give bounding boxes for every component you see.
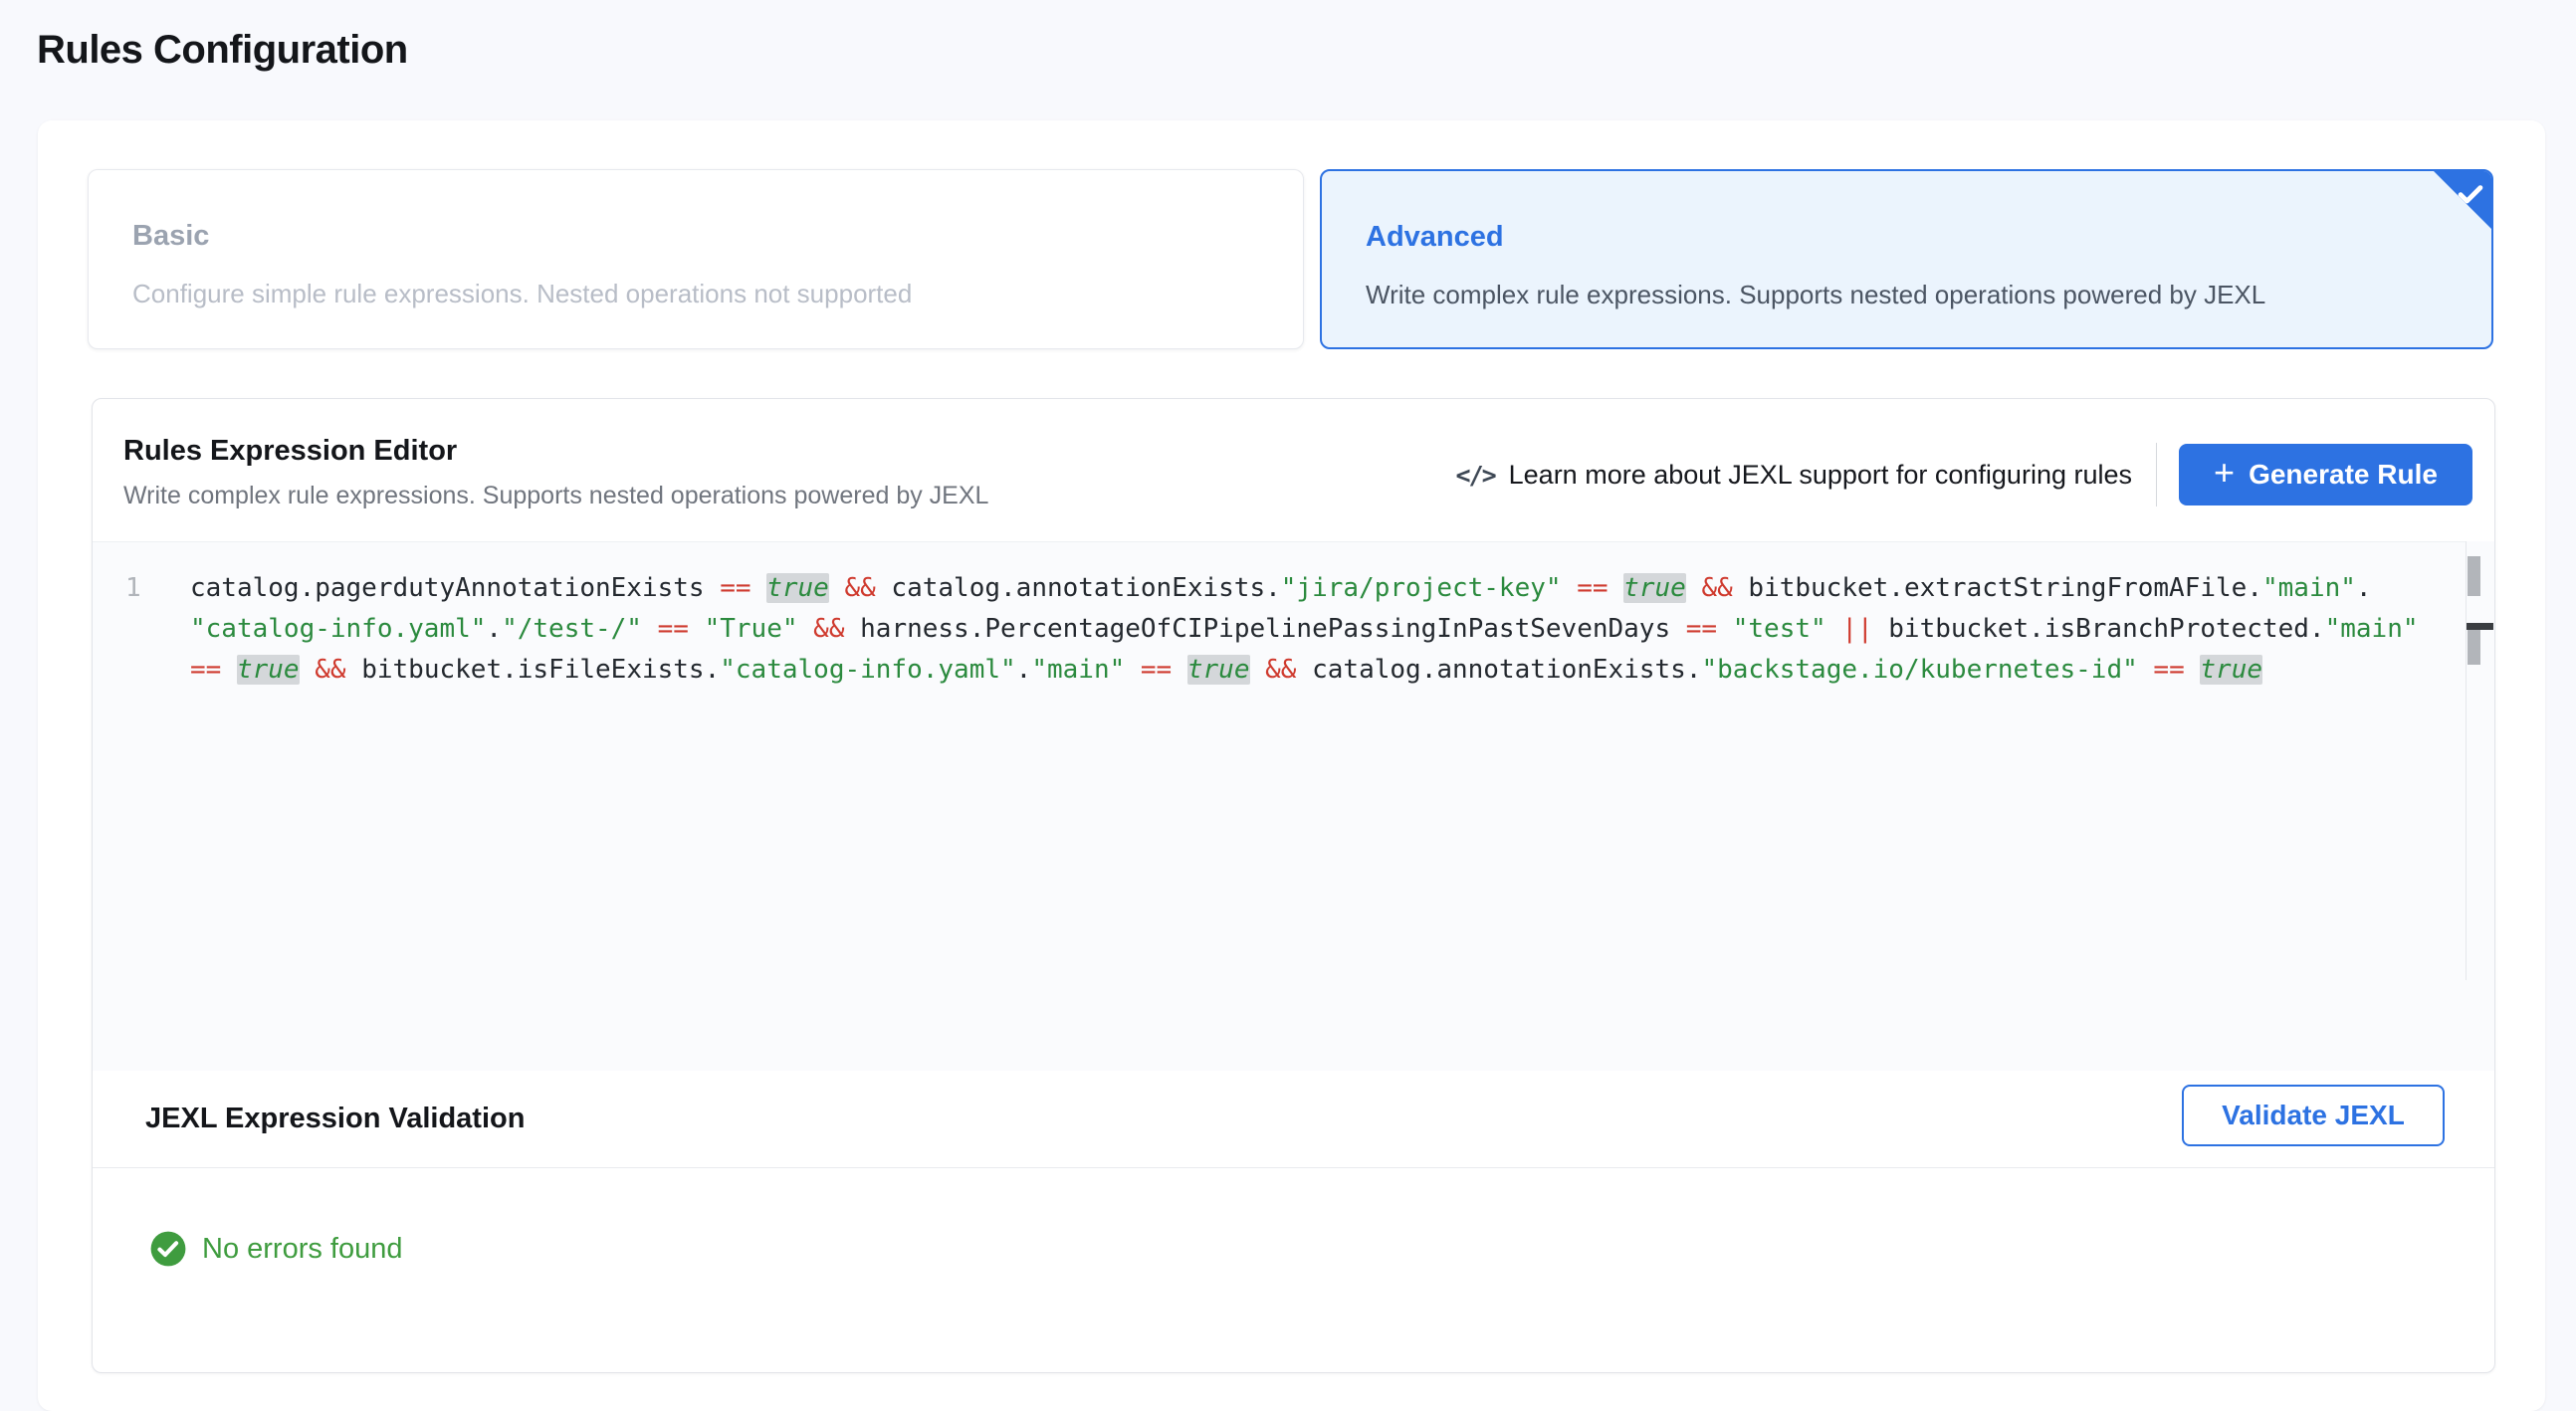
code-line[interactable]: == true && bitbucket.isFileExists."catal… — [93, 650, 2494, 691]
tab-basic-title: Basic — [132, 220, 1259, 253]
line-number — [93, 650, 190, 691]
validation-result: No errors found — [149, 1230, 403, 1268]
line-number — [93, 609, 190, 650]
jexl-validation-header: JEXL Expression Validation Validate JEXL — [93, 1071, 2494, 1168]
rules-expression-editor-card: Rules Expression Editor Write complex ru… — [92, 398, 2495, 1373]
tab-advanced-description: Write complex rule expressions. Supports… — [1366, 280, 2448, 310]
tab-advanced[interactable]: Advanced Write complex rule expressions.… — [1320, 169, 2493, 349]
editor-scrollbar[interactable] — [2466, 541, 2494, 980]
plus-icon: + — [2214, 452, 2235, 494]
code-text: == true && bitbucket.isFileExists."catal… — [190, 650, 2262, 691]
scrollbar-marker — [2467, 623, 2493, 630]
scrollbar-thumb[interactable] — [2468, 556, 2480, 596]
page-title: Rules Configuration — [37, 28, 408, 73]
validation-title: JEXL Expression Validation — [145, 1103, 525, 1135]
scrollbar-thumb[interactable] — [2468, 630, 2480, 665]
tab-basic-description: Configure simple rule expressions. Neste… — [132, 279, 1259, 309]
code-line[interactable]: "catalog-info.yaml"."/test-/" == "True" … — [93, 609, 2494, 650]
code-text: catalog.pagerdutyAnnotationExists == tru… — [190, 568, 2372, 609]
editor-header-actions: </> Learn more about JEXL support for co… — [1455, 442, 2472, 507]
check-icon — [2454, 177, 2487, 211]
editor-title: Rules Expression Editor — [123, 435, 457, 468]
editor-subtitle: Write complex rule expressions. Supports… — [123, 482, 988, 510]
line-number: 1 — [93, 568, 190, 609]
editor-header: Rules Expression Editor Write complex ru… — [93, 399, 2494, 541]
tab-advanced-title: Advanced — [1366, 221, 2448, 254]
tab-basic[interactable]: Basic Configure simple rule expressions.… — [88, 169, 1304, 349]
generate-rule-button[interactable]: + Generate Rule — [2179, 444, 2472, 505]
header-divider — [2156, 443, 2157, 506]
code-content: 1catalog.pagerdutyAnnotationExists == tr… — [93, 568, 2494, 691]
rules-configuration-panel: Basic Configure simple rule expressions.… — [38, 120, 2545, 1411]
code-text: "catalog-info.yaml"."/test-/" == "True" … — [190, 609, 2419, 650]
success-check-icon — [149, 1230, 187, 1268]
code-icon: </> — [1455, 461, 1494, 490]
generate-rule-button-label: Generate Rule — [2249, 459, 2438, 491]
code-line[interactable]: 1catalog.pagerdutyAnnotationExists == tr… — [93, 568, 2494, 609]
validate-jexl-button[interactable]: Validate JEXL — [2182, 1085, 2445, 1146]
learn-more-jexl-link[interactable]: Learn more about JEXL support for config… — [1509, 460, 2132, 491]
validation-result-text: No errors found — [202, 1233, 403, 1266]
jexl-code-editor[interactable]: 1catalog.pagerdutyAnnotationExists == tr… — [93, 541, 2494, 1071]
